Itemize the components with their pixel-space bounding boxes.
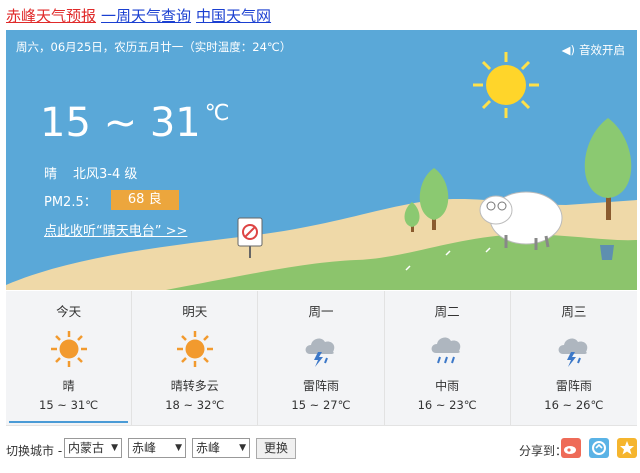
- forecast-day-wed[interactable]: 周三 雷阵雨 16 ~ 26℃: [511, 291, 637, 425]
- rain-icon: [431, 337, 461, 364]
- day-desc: 雷阵雨: [555, 379, 592, 393]
- day-name: 周二: [434, 304, 460, 319]
- weather-hero: 周六，06月25日，农历五月廿一（实时温度：24℃） ◀) 音效开启 15 ~ …: [6, 30, 637, 290]
- temp-value: 15 ~ 31: [40, 100, 201, 146]
- day-desc: 中雨: [435, 379, 460, 393]
- day-range: 16 ~ 23℃: [417, 398, 477, 412]
- switch-city-label: 切换城市 -: [6, 444, 63, 458]
- district-value: 赤峰: [196, 441, 221, 455]
- weather-text: 晴: [44, 167, 58, 182]
- day-range: 15 ~ 31℃: [39, 398, 99, 412]
- province-select[interactable]: 内蒙古 ▼: [64, 438, 122, 458]
- day-range: 18 ~ 32℃: [165, 398, 225, 412]
- chevron-down-icon: ▼: [239, 443, 246, 453]
- cma-link[interactable]: 中国天气网: [196, 7, 271, 25]
- forecast-day-tomorrow[interactable]: 明天 晴转多云 18 ~ 32℃: [132, 291, 259, 425]
- day-name: 周三: [561, 304, 587, 319]
- sound-label: 音效开启: [579, 43, 625, 57]
- wind-text: 北风3-4 级: [73, 167, 138, 182]
- favorite-star-icon[interactable]: [617, 438, 637, 458]
- forecast-day-tue[interactable]: 周二 中雨 16 ~ 23℃: [385, 291, 511, 425]
- day-range: 15 ~ 27℃: [291, 398, 351, 412]
- sun-icon: [176, 331, 213, 367]
- forecast-day-today[interactable]: 今天 晴 15 ~ 31℃: [6, 291, 133, 425]
- day-name: 周一: [308, 304, 334, 319]
- chevron-down-icon: ▼: [111, 443, 118, 453]
- chevron-down-icon: ▼: [175, 443, 182, 453]
- share-label: 分享到：: [518, 444, 567, 458]
- week-forecast-link[interactable]: 一周天气查询: [101, 7, 191, 25]
- day-name: 明天: [182, 304, 208, 319]
- radio-link[interactable]: 点此收听“晴天电台” >>: [44, 220, 187, 239]
- sun-illustration: [473, 52, 539, 118]
- top-links: 赤峰天气预报 一周天气查询 中国天气网: [6, 6, 271, 26]
- forecast-strip: 今天 晴 15 ~ 31℃ 明天 晴转多云 18 ~ 32℃ 周一 雷阵雨 15…: [6, 291, 637, 426]
- qzone-share-icon[interactable]: [589, 438, 609, 458]
- date-line: 周六，06月25日，农历五月廿一（实时温度：24℃）: [16, 40, 292, 54]
- pm25-badge: 68 良: [110, 190, 179, 210]
- speaker-icon: ◀): [561, 43, 575, 57]
- day-name: 今天: [56, 304, 82, 319]
- city-value: 赤峰: [132, 441, 157, 455]
- city-select[interactable]: 赤峰 ▼: [128, 438, 186, 458]
- weibo-share-icon[interactable]: [561, 438, 581, 458]
- day-desc: 晴转多云: [170, 379, 219, 393]
- thunderstorm-icon: [558, 338, 588, 367]
- footer-bar: 切换城市 - 内蒙古 ▼ 赤峰 ▼ 赤峰 ▼ 更换 分享到：: [6, 438, 637, 462]
- pm25-label: PM2.5：: [44, 194, 97, 210]
- day-desc: 雷阵雨: [302, 379, 339, 393]
- sun-icon: [50, 331, 87, 367]
- condition-line: 晴北风3-4 级: [44, 163, 137, 182]
- day-desc: 晴: [62, 379, 75, 393]
- day-range: 16 ~ 26℃: [544, 398, 604, 412]
- temperature-range: 15 ~ 31 ℃: [40, 100, 229, 146]
- local-forecast-link[interactable]: 赤峰天气预报: [6, 7, 96, 25]
- landscape-illustration: [6, 52, 637, 290]
- thunderstorm-icon: [305, 338, 335, 367]
- pm25-row: PM2.5： 68 良: [44, 190, 179, 210]
- sound-toggle[interactable]: ◀) 音效开启: [562, 42, 625, 58]
- change-city-button[interactable]: 更换: [256, 438, 296, 459]
- forecast-day-mon[interactable]: 周一 雷阵雨 15 ~ 27℃: [258, 291, 385, 425]
- district-select[interactable]: 赤峰 ▼: [192, 438, 250, 458]
- temp-unit: ℃: [204, 101, 230, 126]
- province-value: 内蒙古: [68, 441, 105, 455]
